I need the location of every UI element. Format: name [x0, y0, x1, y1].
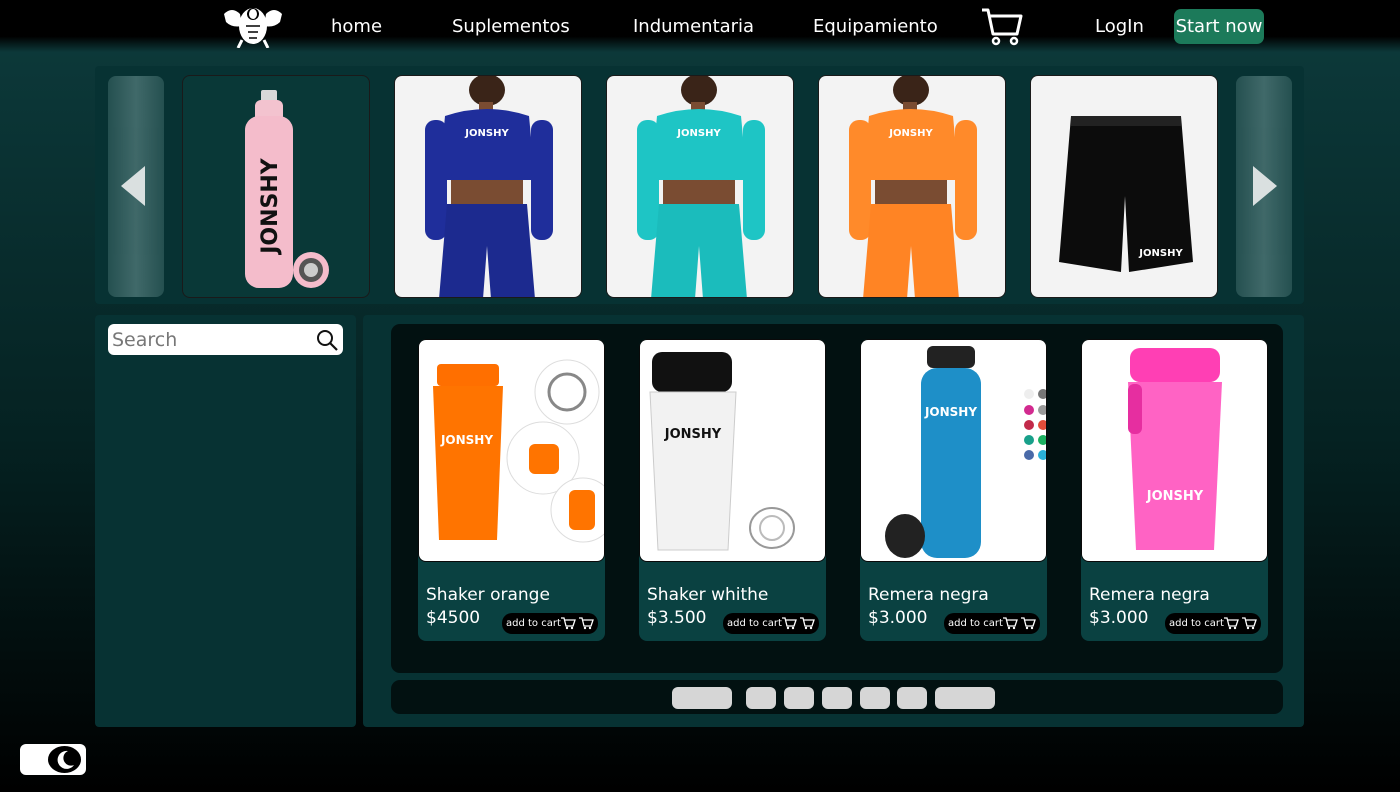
- carousel-item-orange-set[interactable]: JONSHY: [818, 75, 1006, 298]
- svg-text:JONSHY: JONSHY: [440, 433, 493, 447]
- carousel-item-blue-set[interactable]: JONSHY: [394, 75, 582, 298]
- product-card[interactable]: JONSHY Shaker orange $4500 add to cart: [418, 339, 605, 641]
- svg-text:JONSHY: JONSHY: [1146, 489, 1204, 504]
- featured-carousel: JONSHY JONSHY JONSHY JONSHY JONSHY: [95, 66, 1304, 304]
- start-now-button[interactable]: Start now: [1174, 9, 1264, 44]
- outfit-image: JONSHY: [607, 76, 793, 297]
- pagination-page-button[interactable]: [897, 687, 927, 709]
- white-shaker-image: JONSHY: [640, 340, 825, 561]
- cart-icon: [800, 617, 815, 630]
- product-section: JONSHY Shaker orange $4500 add to cart J…: [363, 315, 1304, 727]
- search-input[interactable]: [112, 327, 308, 352]
- cart-icon: [782, 617, 797, 630]
- nav-equipamiento[interactable]: Equipamiento: [813, 16, 938, 37]
- add-to-cart-label: add to cart: [727, 618, 782, 629]
- svg-text:JONSHY: JONSHY: [676, 128, 721, 139]
- arrow-left-icon: [121, 166, 145, 206]
- product-card[interactable]: JONSHY Shaker whithe $3.500 add to cart: [639, 339, 826, 641]
- filter-sidebar: [95, 315, 356, 727]
- product-card[interactable]: JONSHY Remera negra $3.000 add to cart: [860, 339, 1047, 641]
- carousel-prev-button[interactable]: [108, 76, 164, 297]
- cart-icon: [1021, 617, 1036, 630]
- cart-icon: [1003, 617, 1018, 630]
- carousel-next-button[interactable]: [1236, 76, 1292, 297]
- svg-text:JONSHY: JONSHY: [664, 427, 722, 442]
- dark-mode-toggle[interactable]: [20, 744, 86, 775]
- add-to-cart-label: add to cart: [948, 618, 1003, 629]
- add-to-cart-label: add to cart: [506, 618, 561, 629]
- nav-suplementos[interactable]: Suplementos: [452, 16, 570, 37]
- svg-text:JONSHY: JONSHY: [888, 128, 933, 139]
- toggle-knob: [48, 746, 81, 773]
- svg-text:JONSHY: JONSHY: [1138, 248, 1183, 259]
- top-navbar: home Suplementos Indumentaria Equipamien…: [0, 0, 1400, 52]
- cart-icon: [1224, 617, 1239, 630]
- product-name: Shaker whithe: [647, 585, 769, 605]
- nav-indumentaria[interactable]: Indumentaria: [633, 16, 754, 37]
- add-to-cart-button[interactable]: add to cart: [723, 613, 819, 634]
- carousel-item-turquoise-set[interactable]: JONSHY: [606, 75, 794, 298]
- arrow-right-icon: [1253, 166, 1277, 206]
- pagination-page-button[interactable]: [746, 687, 776, 709]
- product-image: JONSHY: [1081, 339, 1268, 562]
- outfit-image: JONSHY: [819, 76, 1005, 297]
- carousel-item-pink-bottle[interactable]: JONSHY: [182, 75, 370, 298]
- pink-shaker-image: JONSHY: [1082, 340, 1267, 561]
- pagination-page-button[interactable]: [822, 687, 852, 709]
- logo-icon[interactable]: [222, 4, 284, 48]
- product-price: $4500: [426, 608, 481, 628]
- add-to-cart-button[interactable]: add to cart: [1165, 613, 1261, 634]
- pagination-next-button[interactable]: [935, 687, 995, 709]
- orange-shaker-image: JONSHY: [419, 340, 604, 561]
- svg-text:JONSHY: JONSHY: [464, 128, 509, 139]
- product-image: JONSHY: [860, 339, 1047, 562]
- product-price: $3.000: [868, 608, 928, 628]
- login-link[interactable]: LogIn: [1095, 16, 1144, 37]
- product-image: JONSHY: [418, 339, 605, 562]
- blue-bottle-image: JONSHY: [861, 340, 1046, 561]
- product-name: Remera negra: [1089, 585, 1210, 605]
- pagination: [391, 680, 1283, 714]
- moon-icon: [57, 750, 74, 769]
- product-price: $3.500: [647, 608, 707, 628]
- cart-icon: [1242, 617, 1257, 630]
- product-name: Remera negra: [868, 585, 989, 605]
- search-box: [108, 324, 343, 355]
- shorts-image: JONSHY: [1031, 76, 1217, 297]
- add-to-cart-button[interactable]: add to cart: [944, 613, 1040, 634]
- product-image: JONSHY: [639, 339, 826, 562]
- pagination-page-button[interactable]: [860, 687, 890, 709]
- bottle-image: JONSHY: [245, 90, 329, 288]
- add-to-cart-label: add to cart: [1169, 618, 1224, 629]
- cart-icon[interactable]: [980, 6, 1024, 46]
- add-to-cart-button[interactable]: add to cart: [502, 613, 598, 634]
- nav-home[interactable]: home: [331, 16, 382, 37]
- svg-text:JONSHY: JONSHY: [258, 157, 283, 256]
- product-price: $3.000: [1089, 608, 1149, 628]
- svg-text:JONSHY: JONSHY: [924, 405, 977, 419]
- pagination-prev-button[interactable]: [672, 687, 732, 709]
- pagination-page-button[interactable]: [784, 687, 814, 709]
- cart-icon: [561, 617, 576, 630]
- product-name: Shaker orange: [426, 585, 550, 605]
- product-card[interactable]: JONSHY Remera negra $3.000 add to cart: [1081, 339, 1268, 641]
- cart-icon: [579, 617, 594, 630]
- product-grid: JONSHY Shaker orange $4500 add to cart J…: [391, 324, 1283, 673]
- carousel-item-black-shorts[interactable]: JONSHY: [1030, 75, 1218, 298]
- search-icon[interactable]: [316, 329, 338, 351]
- outfit-image: JONSHY: [395, 76, 581, 297]
